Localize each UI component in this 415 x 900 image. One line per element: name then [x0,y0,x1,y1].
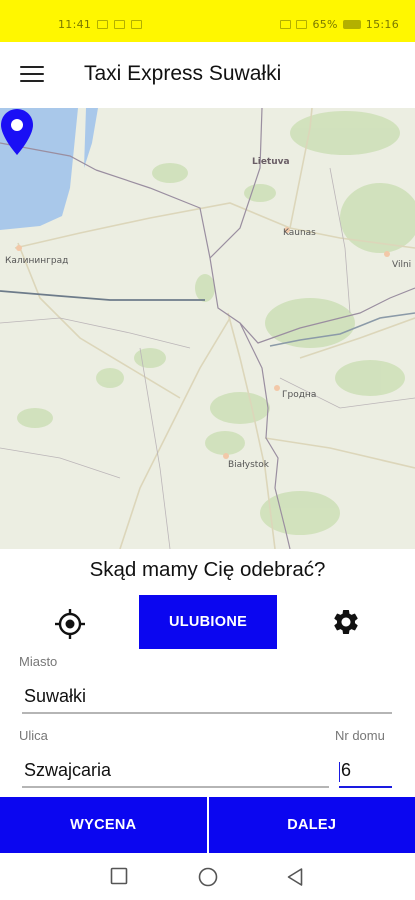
house-number-value: 6 [341,760,352,780]
next-button[interactable]: DALEJ [208,797,415,853]
pickup-prompt: Skąd mamy Cię odebrać? [89,558,326,581]
map-canvas [0,108,415,549]
home-icon[interactable] [198,867,218,887]
street-input[interactable]: Szwajcaria [22,758,329,788]
street-label: Ulica [19,728,48,743]
map-label-lithuania: Lietuva [252,157,290,167]
text-caret [339,762,340,782]
map-label-kaunas: Kaunas [283,228,316,238]
back-icon[interactable] [286,867,304,887]
house-number-input[interactable]: 6 [339,758,392,788]
city-input[interactable]: Suwałki [22,684,392,714]
status-right: 65% 15:16 [280,18,399,31]
system-navigation-bar [0,853,415,900]
action-bar: WYCENA DALEJ [0,797,415,853]
notification-icon [114,20,126,29]
nfc-icon [280,20,292,29]
recent-apps-icon[interactable] [110,867,128,885]
quote-button[interactable]: WYCENA [0,797,207,853]
map-label-kaliningrad: Калининград [5,256,69,266]
status-clock: 15:16 [365,18,399,31]
street-value: Szwajcaria [24,760,112,780]
city-value: Suwałki [24,686,87,706]
hamburger-menu-icon[interactable] [20,66,44,84]
map-view[interactable]: i Lietuva Kaunas Vilni Калининград Гродн… [0,108,415,549]
favorites-button[interactable]: ULUBIONE [139,595,277,649]
my-location-icon[interactable] [53,607,87,641]
house-number-label: Nr domu [335,728,385,743]
city-label: Miasto [19,654,58,669]
battery-percent: 65% [312,18,338,31]
app-bar: Taxi Express Suwałki [0,42,415,108]
notification-icon [97,20,109,29]
settings-gear-icon[interactable] [331,607,361,637]
map-label-bialystok: Białystok [228,460,270,470]
status-bar: 11:41 65% 15:16 [0,0,415,42]
app-title: Taxi Express Suwałki [84,62,282,85]
status-time-left: 11:41 [58,18,92,31]
map-label-grodno: Гродна [282,390,317,400]
status-left: 11:41 [58,18,143,31]
map-label-vilnius: Vilni [392,260,412,270]
wifi-icon [296,20,308,29]
location-pin-icon[interactable] [0,108,34,156]
notification-icon [131,20,143,29]
battery-icon [342,20,361,29]
